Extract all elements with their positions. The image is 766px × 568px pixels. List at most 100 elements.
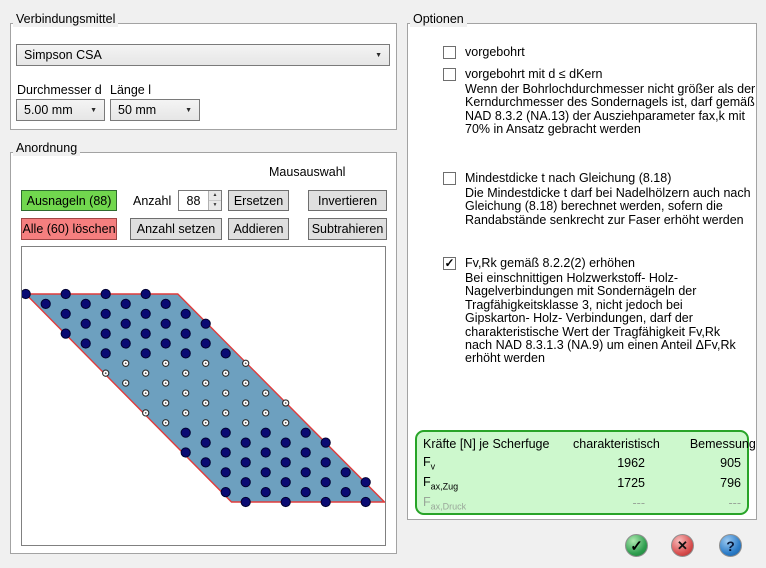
empty-position-center xyxy=(185,392,187,394)
nail-dot[interactable] xyxy=(221,448,230,457)
nail-dot[interactable] xyxy=(101,329,110,338)
nail-dot[interactable] xyxy=(301,468,310,477)
nail-dot[interactable] xyxy=(181,428,190,437)
nail-dot[interactable] xyxy=(81,299,90,308)
nail-dot[interactable] xyxy=(321,478,330,487)
spinner-up-icon[interactable]: ▲ xyxy=(209,191,221,201)
subtrahieren-button[interactable]: Subtrahieren xyxy=(308,218,387,240)
row-symbol-sub: ax,Zug xyxy=(431,481,459,491)
nail-dot[interactable] xyxy=(161,339,170,348)
fastener-type-select[interactable]: Simpson CSA ▼ xyxy=(16,44,390,66)
nail-dot[interactable] xyxy=(201,458,210,467)
nail-dot[interactable] xyxy=(181,309,190,318)
cancel-button[interactable]: ✕ xyxy=(671,534,694,557)
nail-dot[interactable] xyxy=(361,497,370,506)
mausauswahl-label: Mausauswahl xyxy=(269,165,345,179)
option-description: Die Mindestdicke t darf bei Nadelhölzern… xyxy=(465,187,765,227)
chevron-down-icon: ▼ xyxy=(185,107,192,114)
empty-position-center xyxy=(265,412,267,414)
nail-dot[interactable] xyxy=(241,458,250,467)
addieren-button[interactable]: Addieren xyxy=(228,218,289,240)
empty-position-center xyxy=(285,422,287,424)
alle-loeschen-button[interactable]: Alle (60) löschen xyxy=(21,218,117,240)
nail-dot[interactable] xyxy=(161,319,170,328)
question-icon: ? xyxy=(726,538,735,554)
group-title: Anordnung xyxy=(13,142,80,156)
nail-dot[interactable] xyxy=(281,497,290,506)
nail-dot[interactable] xyxy=(101,349,110,358)
table-row-fax-druck: Fax,Druck --- --- xyxy=(423,493,741,513)
nail-dot[interactable] xyxy=(261,468,270,477)
nail-dot[interactable] xyxy=(341,488,350,497)
nail-dot[interactable] xyxy=(22,289,30,298)
nail-dot[interactable] xyxy=(301,428,310,437)
nail-dot[interactable] xyxy=(121,299,130,308)
nail-dot[interactable] xyxy=(181,329,190,338)
nail-dot[interactable] xyxy=(181,448,190,457)
nail-dot[interactable] xyxy=(301,488,310,497)
nail-dot[interactable] xyxy=(221,488,230,497)
anzahl-setzen-button[interactable]: Anzahl setzen xyxy=(130,218,222,240)
empty-position-center xyxy=(245,422,247,424)
nail-dot[interactable] xyxy=(181,349,190,358)
anzahl-stepper[interactable]: 88 ▲ ▼ xyxy=(178,190,222,211)
spinner-down-icon[interactable]: ▼ xyxy=(209,201,221,210)
nail-plot[interactable] xyxy=(22,247,385,545)
nail-layout-canvas[interactable] xyxy=(21,246,386,546)
nail-dot[interactable] xyxy=(101,309,110,318)
vorgebohrt-dkern-checkbox[interactable] xyxy=(443,68,456,81)
diameter-select[interactable]: 5.00 mm ▼ xyxy=(16,99,105,121)
ok-button[interactable]: ✓ xyxy=(625,534,648,557)
nail-dot[interactable] xyxy=(241,438,250,447)
nail-dot[interactable] xyxy=(61,309,70,318)
nail-dot[interactable] xyxy=(121,339,130,348)
nail-dot[interactable] xyxy=(81,339,90,348)
nail-dot[interactable] xyxy=(281,458,290,467)
bemessung-header: Bemessung xyxy=(660,437,756,451)
nail-dot[interactable] xyxy=(201,438,210,447)
nail-dot[interactable] xyxy=(101,289,110,298)
nail-dot[interactable] xyxy=(221,428,230,437)
nail-dot[interactable] xyxy=(281,438,290,447)
invertieren-button[interactable]: Invertieren xyxy=(308,190,387,211)
empty-position-center xyxy=(185,412,187,414)
nail-dot[interactable] xyxy=(341,468,350,477)
ausnageln-button[interactable]: Ausnageln (88) xyxy=(21,190,117,211)
nail-dot[interactable] xyxy=(141,349,150,358)
vorgebohrt-checkbox[interactable] xyxy=(443,46,456,59)
nail-dot[interactable] xyxy=(241,497,250,506)
nail-dot[interactable] xyxy=(261,448,270,457)
nail-dot[interactable] xyxy=(221,349,230,358)
nail-dot[interactable] xyxy=(361,478,370,487)
nail-dot[interactable] xyxy=(41,299,50,308)
nail-dot[interactable] xyxy=(321,497,330,506)
nail-dot[interactable] xyxy=(61,289,70,298)
nail-dot[interactable] xyxy=(241,478,250,487)
empty-position-center xyxy=(165,422,167,424)
row-symbol: F xyxy=(423,495,431,509)
nail-dot[interactable] xyxy=(141,329,150,338)
nail-dot[interactable] xyxy=(281,478,290,487)
option-fvrk-erhoehen: ✓ Fv,Rk gemäß 8.2.2(2) erhöhen Bei einsc… xyxy=(443,256,748,366)
nail-dot[interactable] xyxy=(261,488,270,497)
empty-position-center xyxy=(165,362,167,364)
nail-dot[interactable] xyxy=(201,319,210,328)
nail-dot[interactable] xyxy=(321,438,330,447)
nail-dot[interactable] xyxy=(61,329,70,338)
nail-dot[interactable] xyxy=(321,458,330,467)
ersetzen-button[interactable]: Ersetzen xyxy=(228,190,289,211)
nail-dot[interactable] xyxy=(161,299,170,308)
nail-dot[interactable] xyxy=(121,319,130,328)
nail-dot[interactable] xyxy=(221,468,230,477)
nail-dot[interactable] xyxy=(81,319,90,328)
nail-dot[interactable] xyxy=(301,448,310,457)
nail-dot[interactable] xyxy=(141,289,150,298)
help-button[interactable]: ? xyxy=(719,534,742,557)
option-label: vorgebohrt mit d ≤ dKern xyxy=(465,67,602,81)
nail-dot[interactable] xyxy=(261,428,270,437)
length-select[interactable]: 50 mm ▼ xyxy=(110,99,200,121)
fvrk-checkbox[interactable]: ✓ xyxy=(443,257,456,270)
mindestdicke-checkbox[interactable] xyxy=(443,172,456,185)
nail-dot[interactable] xyxy=(201,339,210,348)
nail-dot[interactable] xyxy=(141,309,150,318)
